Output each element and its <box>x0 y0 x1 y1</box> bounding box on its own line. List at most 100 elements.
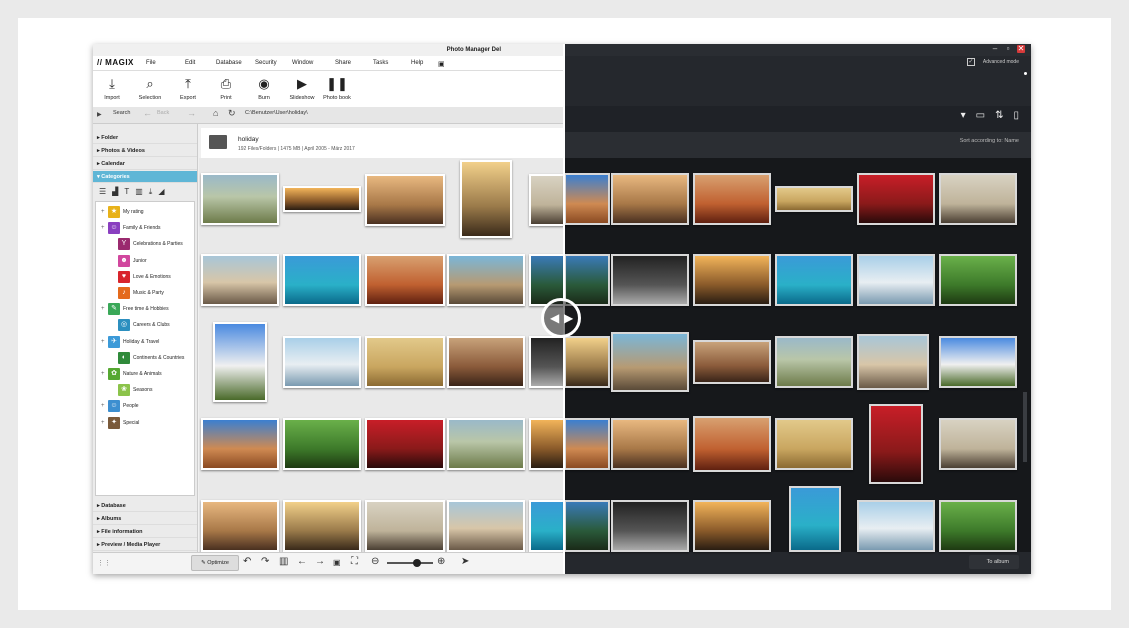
send-icon[interactable]: ➤ <box>461 556 469 567</box>
trash-icon[interactable]: ▥ <box>279 556 288 567</box>
sidebar-categories[interactable]: ▾ Categories <box>93 171 197 183</box>
help-icon[interactable]: ▣ <box>438 60 445 68</box>
sidebar-photos-videos[interactable]: ▸ Photos & Videos <box>93 145 197 157</box>
add-category-icon[interactable]: ▟ <box>112 187 118 199</box>
menu-share[interactable]: Share <box>335 60 351 66</box>
category-item[interactable]: Y Celebrations & Parties <box>111 238 183 251</box>
photo-thumbnail[interactable] <box>529 174 563 226</box>
selection-button[interactable]: ⌕ Selection <box>131 77 169 102</box>
photo-thumbnail[interactable] <box>611 500 689 552</box>
import-icon[interactable]: ⤓ <box>149 187 153 199</box>
list-icon[interactable]: ☰ <box>99 187 106 199</box>
photo-thumbnail[interactable] <box>447 336 525 388</box>
photo-thumbnail[interactable] <box>939 500 1017 552</box>
sidebar-preview-media-player[interactable]: ▸ Preview / Media Player <box>93 539 197 551</box>
optimize-button[interactable]: ✎ Optimize <box>191 555 239 571</box>
scrollbar[interactable] <box>1023 162 1027 482</box>
photo-thumbnail[interactable] <box>201 500 279 552</box>
category-item[interactable]: ♥ Love & Emotions <box>111 270 171 283</box>
photo-thumbnail[interactable] <box>283 500 361 552</box>
category-item[interactable]: + ✎ Free time & Hobbies <box>101 303 169 316</box>
category-item[interactable]: ♪ Music & Party <box>111 287 164 299</box>
menu-database[interactable]: Database <box>216 60 242 66</box>
photo-thumbnail[interactable] <box>775 336 853 388</box>
home-icon[interactable]: ⌂ <box>213 108 218 118</box>
checkbox-icon[interactable]: ✓ <box>966 58 975 66</box>
chevron-down-icon[interactable]: ▾ <box>961 110 966 121</box>
close-icon[interactable]: ✕ <box>1017 45 1025 53</box>
photo-thumbnail[interactable] <box>564 336 610 388</box>
menu-security[interactable]: Security <box>255 60 277 66</box>
photo-thumbnail[interactable] <box>939 336 1017 388</box>
refresh-icon[interactable]: ↻ <box>228 108 236 119</box>
photo-thumbnail[interactable] <box>529 500 563 552</box>
photo-thumbnail[interactable] <box>365 254 445 306</box>
expand-icon[interactable]: + <box>101 306 105 312</box>
category-item[interactable]: ❀ Seasons <box>111 384 152 397</box>
photo-thumbnail[interactable] <box>789 486 841 552</box>
photo-thumbnail[interactable] <box>365 174 445 226</box>
photo-thumbnail[interactable] <box>460 160 512 238</box>
photo-thumbnail[interactable] <box>939 418 1017 470</box>
photo-thumbnail[interactable] <box>775 186 853 212</box>
photo-thumbnail[interactable] <box>857 254 935 306</box>
photo-thumbnail[interactable] <box>611 173 689 225</box>
expand-icon[interactable]: + <box>101 403 105 409</box>
photo-thumbnail[interactable] <box>857 500 935 552</box>
photo-thumbnail[interactable] <box>564 418 610 470</box>
photo-thumbnail[interactable] <box>693 416 771 472</box>
photo-thumbnail[interactable] <box>775 418 853 470</box>
redo-icon[interactable]: ↷ <box>261 556 269 567</box>
sidebar-albums[interactable]: ▸ Albums <box>93 513 197 525</box>
photo-thumbnail[interactable] <box>529 336 563 388</box>
photo-thumbnail[interactable] <box>693 340 771 384</box>
menu-edit[interactable]: Edit <box>185 60 195 66</box>
category-item[interactable]: ◐ Continents & Countries <box>111 351 184 364</box>
expand-icon[interactable]: + <box>101 371 105 377</box>
category-item[interactable]: + ✈ Holiday & Travel <box>101 335 159 348</box>
burn-button[interactable]: ◉ Burn <box>245 77 283 102</box>
sidebar-file-information[interactable]: ▸ File information <box>93 526 197 538</box>
back-button[interactable]: Back <box>157 110 169 116</box>
menu-tasks[interactable]: Tasks <box>373 60 388 66</box>
photo-thumbnail[interactable] <box>201 254 279 306</box>
print-button[interactable]: ⎙ Print <box>207 77 245 102</box>
photo-thumbnail[interactable] <box>283 186 361 212</box>
photo-thumbnail[interactable] <box>283 418 361 470</box>
category-item[interactable]: + ✦ Special <box>101 416 139 429</box>
sort-icon[interactable]: ⇅ <box>995 110 1003 121</box>
menu-window[interactable]: Window <box>292 60 313 66</box>
photo-thumbnail[interactable] <box>447 254 525 306</box>
photo-thumbnail[interactable] <box>857 173 935 225</box>
photo-thumbnail[interactable] <box>447 418 525 470</box>
arrow-left-icon[interactable]: ← <box>297 556 307 567</box>
fullscreen-icon[interactable]: ⛶ <box>351 556 358 567</box>
compare-slider-handle[interactable]: ◀ ▶ <box>541 298 581 338</box>
eraser-icon[interactable]: ◢ <box>158 187 164 199</box>
photo-thumbnail[interactable] <box>447 500 525 552</box>
export-button[interactable]: ⤒ Export <box>169 77 207 102</box>
to-album-button[interactable]: To album <box>968 555 1019 569</box>
category-item[interactable]: ☻ Junior <box>111 254 147 267</box>
photo-thumbnail[interactable] <box>283 254 361 306</box>
photo-thumbnail[interactable] <box>693 173 771 225</box>
category-item[interactable]: + ☺ People <box>101 400 139 413</box>
advanced-mode-toggle[interactable]: ✓ Advanced mode <box>966 58 1019 66</box>
undo-icon[interactable]: ↶ <box>243 556 251 567</box>
category-item[interactable]: + ☺ Family & Friends <box>101 222 161 235</box>
photo-thumbnail[interactable] <box>213 322 267 402</box>
photo-thumbnail[interactable] <box>857 334 929 390</box>
scrollbar-thumb[interactable] <box>1023 392 1027 462</box>
photo-thumbnail[interactable] <box>939 173 1017 225</box>
expand-icon[interactable]: + <box>101 209 105 215</box>
path-input[interactable]: C:\Benutzer\User\holiday\ <box>245 110 308 116</box>
zoom-slider[interactable] <box>387 559 433 567</box>
chevron-right-icon[interactable]: ▶ <box>97 111 102 118</box>
photo-thumbnail[interactable] <box>611 418 689 470</box>
book-icon[interactable]: ▯ <box>1013 110 1019 121</box>
sidebar-calendar[interactable]: ▸ Calendar <box>93 158 197 170</box>
monitor-icon[interactable]: ▭ <box>976 110 985 121</box>
expand-icon[interactable]: + <box>101 339 105 345</box>
arrow-right-icon[interactable]: → <box>315 556 325 567</box>
photo-thumbnail[interactable] <box>693 500 771 552</box>
